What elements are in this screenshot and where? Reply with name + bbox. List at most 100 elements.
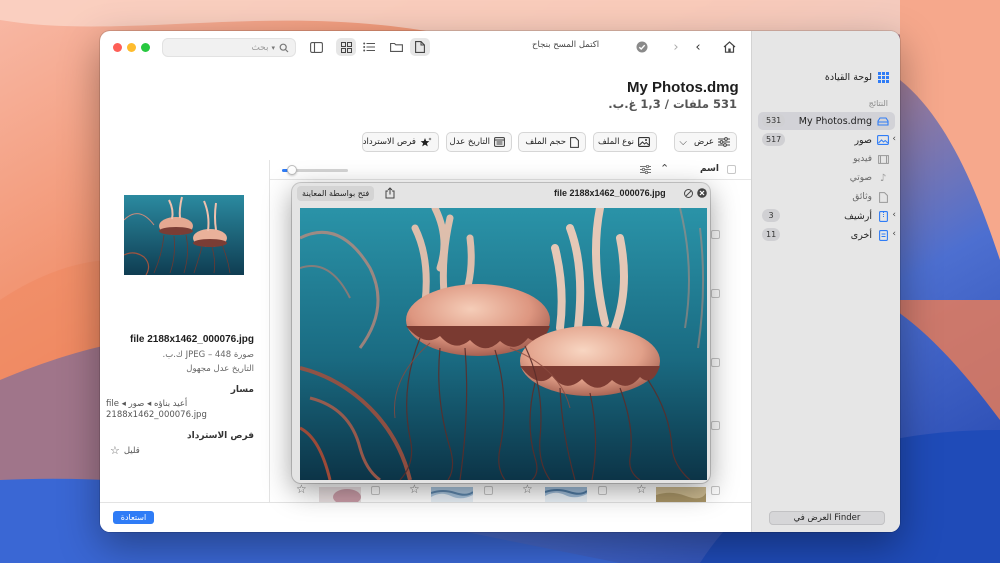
- file-type-label: نوع الملف: [597, 137, 634, 147]
- thumbnail-size-slider[interactable]: [282, 165, 348, 175]
- sidebar-section-results: النتائج: [868, 99, 888, 108]
- file-size-label: حجم الملف: [525, 137, 566, 147]
- sidebar-item-label: وثائق: [852, 192, 872, 202]
- view-menu-label: عرض: [693, 137, 714, 147]
- sidebar-item-count: 531: [762, 114, 786, 127]
- show-in-finder-button[interactable]: العرض في Finder: [769, 511, 885, 525]
- sidebar-item-count: 517: [762, 133, 786, 146]
- jellyfish-photo: [300, 208, 707, 480]
- item-checkbox[interactable]: [598, 486, 607, 495]
- thumbnail-image[interactable]: [319, 487, 361, 503]
- chevron-down-icon: ⌵: [679, 136, 687, 148]
- list-header: ⌃ اسم: [270, 160, 752, 180]
- file-details-panel: file 2188x1462_000076.jpg صورة JPEG – 44…: [100, 160, 269, 500]
- sidebar-item-label: My Photos.dmg: [798, 115, 872, 127]
- open-with-preview-button[interactable]: فتح بواسطة المعاينة: [297, 186, 375, 201]
- star-icon[interactable]: ☆: [409, 482, 420, 496]
- chevron-right-icon[interactable]: ›: [892, 134, 896, 144]
- preview-thumbnail: [124, 195, 244, 275]
- search-input[interactable]: [168, 42, 269, 53]
- sidebar-item-audio[interactable]: ♪ صوتي: [758, 169, 895, 187]
- close-icon[interactable]: [697, 188, 707, 201]
- recovery-chance-text: قليل: [123, 445, 140, 456]
- path-label: مسار: [230, 385, 254, 395]
- sidebar-item-photos[interactable]: › صور 517: [758, 131, 896, 149]
- thumbnail-image[interactable]: [656, 487, 706, 503]
- file-view-button[interactable]: [410, 38, 430, 56]
- star-icon[interactable]: ☆: [296, 482, 307, 496]
- restore-button[interactable]: استعادة: [113, 511, 154, 524]
- quick-look-title: file 2188x1462_000076.jpg: [554, 188, 666, 198]
- slider-knob[interactable]: [286, 165, 297, 175]
- item-checkbox[interactable]: [711, 421, 720, 430]
- sidebar-item-archive[interactable]: › أرشيف 3: [758, 207, 896, 225]
- share-icon[interactable]: [385, 187, 395, 202]
- back-button[interactable]: ‹: [688, 38, 708, 56]
- file-type-size: صورة JPEG – 448 ك.ب.: [162, 350, 254, 360]
- column-header-name[interactable]: اسم: [700, 164, 719, 174]
- page-title: My Photos.dmg: [627, 79, 739, 96]
- hide-icon[interactable]: [684, 189, 693, 201]
- item-checkbox[interactable]: [711, 230, 720, 239]
- item-checkbox[interactable]: [484, 486, 493, 495]
- calendar-icon: [494, 137, 505, 147]
- image-icon: [638, 137, 650, 147]
- chevron-right-icon[interactable]: ›: [892, 229, 896, 239]
- bottom-bar: [100, 502, 751, 532]
- thumbnail-image[interactable]: [431, 487, 473, 503]
- list-view-button[interactable]: [359, 38, 379, 56]
- item-checkbox[interactable]: [711, 358, 720, 367]
- film-icon: [877, 153, 889, 165]
- document-size-icon: [570, 136, 579, 148]
- filter-options-icon[interactable]: [640, 164, 651, 177]
- forward-button[interactable]: ›: [666, 38, 686, 56]
- music-note-icon: ♪: [879, 172, 887, 184]
- file-name: file 2188x1462_000076.jpg: [130, 334, 254, 345]
- recovery-chance-value: قليل ☆: [110, 444, 254, 457]
- view-menu-button[interactable]: عرض ⌵: [674, 132, 737, 152]
- sidebar-item-count: 3: [762, 209, 780, 222]
- recovery-chances-label: فرص الاسترداد: [362, 137, 416, 147]
- sparkle-star-icon: [420, 137, 432, 148]
- quick-look-window: فتح بواسطة المعاينة file 2188x1462_00007…: [292, 183, 710, 483]
- recovery-chances-filter[interactable]: فرص الاسترداد: [362, 132, 439, 152]
- toggle-sidebar-button[interactable]: [306, 38, 326, 56]
- path-value: أعيد بناؤه ◂ صور ◂ file 2188x1462_000076…: [106, 399, 207, 420]
- item-checkbox[interactable]: [711, 289, 720, 298]
- sidebar-item-label: صور: [854, 134, 872, 146]
- search-options-chevron-icon[interactable]: ▾: [271, 44, 275, 52]
- zoom-window-button[interactable]: [141, 43, 150, 52]
- date-modified-filter[interactable]: التاريخ عدل: [446, 132, 512, 152]
- star-outline-icon: ☆: [110, 444, 120, 457]
- home-button[interactable]: [719, 38, 739, 56]
- sidebar-item-other[interactable]: › أخرى 11: [758, 226, 896, 244]
- chevron-right-icon[interactable]: ›: [892, 210, 896, 220]
- sidebar-item-documents[interactable]: وثائق: [758, 188, 895, 206]
- file-type-filter[interactable]: نوع الملف: [593, 132, 657, 152]
- page-subtitle: 531 ملفات / 1,3 غ.ب.: [608, 97, 737, 111]
- sidebar-item-my-photos-dmg[interactable]: My Photos.dmg 531: [758, 112, 895, 130]
- sidebar-item-dashboard[interactable]: لوحة القيادة: [758, 68, 895, 86]
- folder-view-button[interactable]: [386, 38, 406, 56]
- sidebar-item-label: أرشيف: [844, 210, 872, 222]
- item-checkbox[interactable]: [711, 486, 720, 495]
- date-modified-label: التاريخ عدل: [449, 137, 490, 147]
- sort-chevron-up-icon[interactable]: ⌃: [660, 162, 669, 175]
- minimize-window-button[interactable]: [127, 43, 136, 52]
- star-icon[interactable]: ☆: [522, 482, 533, 496]
- chevron-right-icon: ›: [673, 39, 679, 55]
- photo-icon: [877, 134, 889, 146]
- other-file-icon: [877, 229, 889, 241]
- sidebar-item-count: 11: [762, 228, 781, 241]
- close-window-button[interactable]: [113, 43, 122, 52]
- search-box[interactable]: ▾: [162, 38, 296, 57]
- thumbnail-image[interactable]: [545, 487, 587, 503]
- folder-icon: [389, 42, 403, 52]
- grid-view-button[interactable]: [336, 38, 356, 56]
- select-all-checkbox[interactable]: [727, 165, 736, 174]
- dashboard-grid-icon: [877, 71, 889, 83]
- sidebar-item-video[interactable]: فيديو: [758, 150, 895, 168]
- star-icon[interactable]: ☆: [636, 482, 647, 496]
- file-size-filter[interactable]: حجم الملف: [518, 132, 586, 152]
- item-checkbox[interactable]: [371, 486, 380, 495]
